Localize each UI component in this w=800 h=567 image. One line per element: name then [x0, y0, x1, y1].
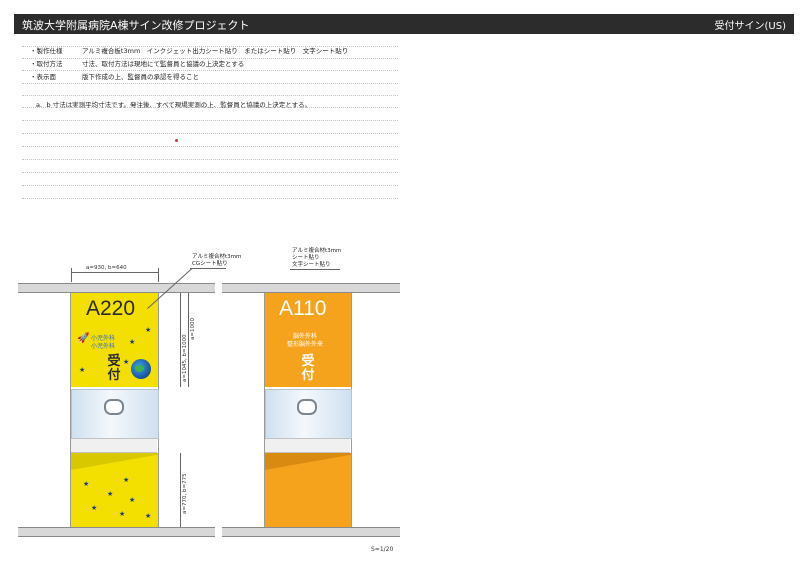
rule-line — [22, 107, 398, 108]
star-icon: ★ — [123, 476, 130, 484]
star-icon: ★ — [145, 512, 152, 520]
rule-line — [22, 133, 398, 134]
dimension-line — [180, 453, 181, 527]
star-icon: ★ — [79, 366, 86, 374]
wall-band — [265, 438, 350, 453]
callout-leader — [290, 269, 340, 270]
dimension-line — [180, 293, 181, 387]
globe-icon — [131, 359, 151, 379]
dimension-top: a=930, b=640 — [86, 265, 127, 271]
department-label: 整形脳外外来 — [287, 341, 324, 348]
callout-leader — [190, 268, 226, 269]
rule-line — [22, 95, 398, 96]
star-icon: ★ — [83, 480, 90, 488]
star-icon: ★ — [145, 326, 152, 334]
spec-label: ・製作仕様 — [30, 47, 63, 55]
dimension-line — [71, 272, 158, 273]
material-callout: アルミ複合材t3mm — [192, 254, 242, 260]
sign-panel-upper-orange: A110 脳外外科 整形脳外外来 受 付 — [265, 293, 351, 387]
sign-panel-lower-orange — [265, 453, 351, 527]
rule-line — [22, 120, 398, 121]
sign-panel-upper-yellow: A220 🚀 小児外科 小児外科 受 付 ★ ★ ★ ★ — [71, 293, 158, 387]
project-title: 筑波大学附属病院A棟サイン改修プロジェクト — [22, 19, 250, 32]
rule-line — [22, 70, 398, 71]
marker-dot — [175, 139, 178, 142]
rule-line — [22, 146, 398, 147]
department-label: 小児外科 — [91, 343, 116, 350]
document-page: 筑波大学附属病院A棟サイン改修プロジェクト 受付サイン(US) ・製作仕様 アル… — [0, 0, 800, 567]
star-icon: ★ — [91, 504, 98, 512]
star-icon: ★ — [129, 496, 136, 504]
spec-value: 寸法、取付方法は現地にて監督員と協議の上決定とする — [82, 60, 245, 68]
porthole-window — [104, 399, 124, 415]
reception-label: 受 付 — [301, 354, 315, 383]
spec-label: ・表示面 — [30, 73, 56, 81]
spec-label: ・取付方法 — [30, 60, 63, 68]
star-icon: ★ — [123, 358, 130, 366]
sign-type-label: 受付サイン(US) — [714, 21, 786, 32]
page-number: S=1/20 — [371, 546, 394, 553]
rocket-icon: 🚀 — [77, 333, 90, 344]
dimension-tick — [158, 268, 159, 282]
room-number: A110 — [279, 297, 327, 320]
rule-line — [22, 159, 398, 160]
dimension-lower: a=770, b=775 — [182, 473, 188, 514]
rule-line — [22, 83, 398, 84]
star-icon: ★ — [129, 338, 136, 346]
panel-shading — [265, 453, 351, 475]
star-icon: ★ — [107, 490, 114, 498]
floor-slab — [18, 527, 215, 537]
dimension-upper: a=1045, b=1000 — [182, 334, 188, 382]
dimension-tick — [71, 268, 72, 282]
material-callout: アルミ複合材t3mm — [292, 248, 342, 254]
star-icon: ★ — [119, 510, 126, 518]
material-callout: シート貼り — [292, 255, 320, 261]
ceiling-slab — [222, 283, 400, 293]
porthole-window — [297, 399, 317, 415]
material-callout: CGシート貼り — [192, 261, 228, 267]
floor-slab — [222, 527, 400, 537]
spec-value: アルミ複合板t3mm インクジェット出力シート貼り またはシート貼り 文字シート… — [82, 47, 349, 55]
panel-shading — [71, 453, 158, 475]
ceiling-slab — [18, 283, 215, 293]
room-number: A220 — [86, 297, 136, 320]
rule-line — [22, 185, 398, 186]
title-bar: 筑波大学附属病院A棟サイン改修プロジェクト 受付サイン(US) — [14, 14, 794, 34]
wall-band — [71, 438, 157, 453]
dimension-upper-b: a=1000 — [190, 318, 196, 340]
rule-line — [22, 172, 398, 173]
dimension-line — [188, 293, 189, 387]
rule-line — [22, 198, 398, 199]
spec-value: 版下作成の上、監督員の承認を得ること — [82, 73, 199, 81]
sign-panel-lower-yellow: ★ ★ ★ ★ ★ ★ ★ — [71, 453, 158, 527]
reception-label: 受 付 — [107, 354, 121, 383]
material-callout: 文字シート貼り — [292, 262, 331, 268]
